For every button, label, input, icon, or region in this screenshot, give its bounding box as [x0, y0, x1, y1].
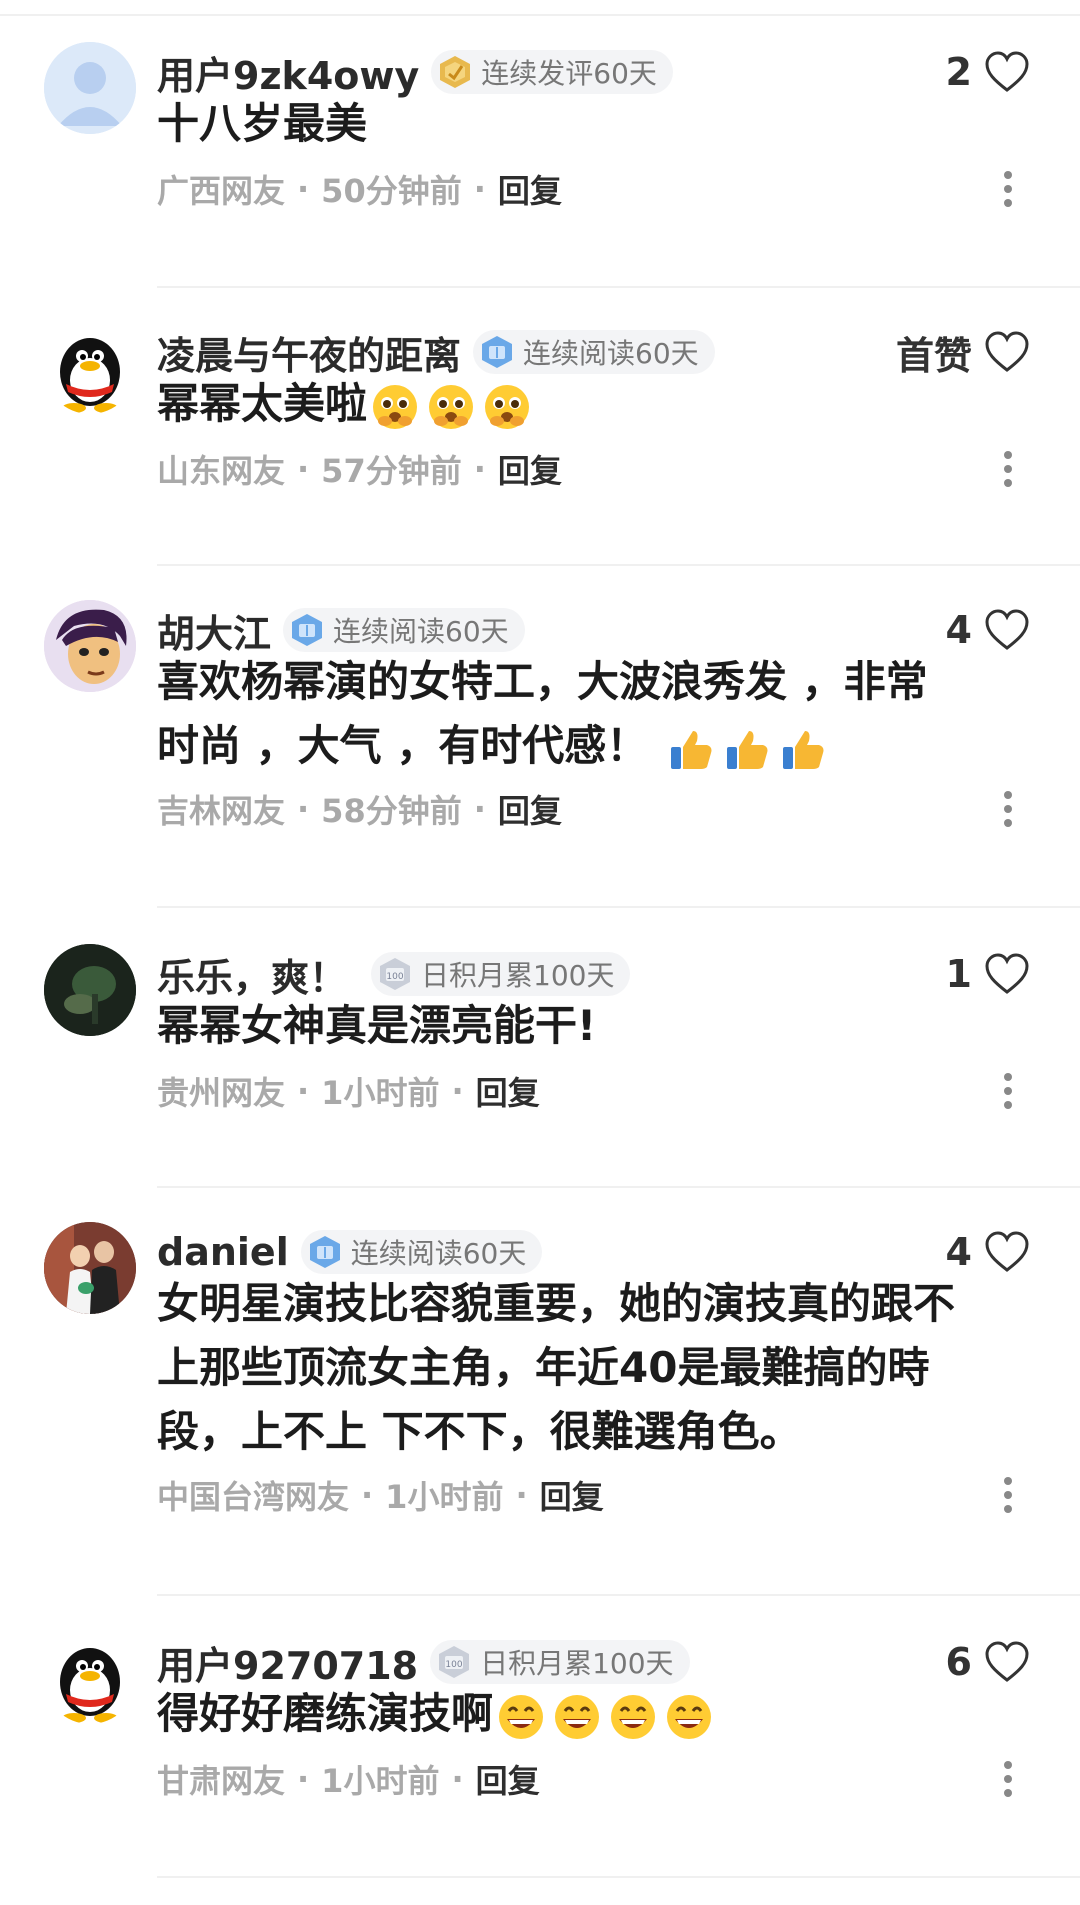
user-badge[interactable]: 100 日积月累100天 — [371, 952, 631, 996]
divider — [157, 1876, 1080, 1878]
comment-line: 上那些顶流女主角，年近40是最難搞的時 — [157, 1343, 930, 1392]
reply-button[interactable]: 回复 — [498, 786, 562, 832]
pleading-face-emoji — [373, 384, 418, 429]
avatar[interactable] — [44, 600, 136, 692]
reply-button[interactable]: 回复 — [476, 1756, 540, 1802]
like-count: 2 — [945, 50, 972, 94]
blue-reading-badge-icon — [309, 1236, 340, 1268]
timestamp: 57分钟前 — [321, 452, 462, 490]
blue-reading-badge-icon — [482, 336, 513, 368]
comment-line: 女明星演技比容貌重要，她的演技真的跟不 — [157, 1279, 956, 1328]
comment-text: 喜欢杨幂演的女特工，大波浪秀发 ，非常时尚 ，大气 ，有时代感！ — [157, 650, 1037, 778]
badge-label: 连续阅读60天 — [350, 1237, 527, 1270]
top-divider — [0, 14, 1080, 16]
badge-label: 连续阅读60天 — [333, 615, 509, 648]
divider — [157, 286, 1080, 288]
more-options-icon[interactable] — [1002, 449, 1014, 489]
comment-text: 得好好磨练演技啊 — [157, 1682, 1037, 1746]
comment-line: 时尚 ，大气 ，有时代感！ — [157, 714, 1037, 778]
heart-icon — [985, 51, 1029, 92]
like-count: 4 — [945, 608, 972, 652]
comment-meta: 贵州网友 · 1小时前 · 回复 — [157, 1066, 540, 1116]
location: 中国台湾网友 — [157, 1478, 350, 1516]
badge-label: 日积月累100天 — [421, 959, 615, 992]
divider — [157, 564, 1080, 566]
badge-label: 日积月累100天 — [480, 1647, 674, 1680]
comment-meta: 中国台湾网友 · 1小时前 · 回复 — [157, 1470, 604, 1520]
comment-line: 段，上不上 下不下，很難選角色。 — [157, 1407, 802, 1456]
like-count: 4 — [945, 1230, 972, 1274]
thumbs-up-emoji — [670, 730, 712, 769]
grinning-face-emoji — [611, 1694, 656, 1739]
silver-accumulate-badge-icon: 100 — [380, 958, 411, 990]
svg-text:100: 100 — [446, 1660, 463, 1670]
grinning-face-emoji — [667, 1694, 712, 1739]
timestamp: 1小时前 — [385, 1478, 504, 1516]
heart-icon — [985, 609, 1029, 650]
pleading-face-emoji — [429, 384, 474, 429]
timestamp: 1小时前 — [321, 1074, 440, 1112]
more-options-icon[interactable] — [1002, 1759, 1014, 1799]
reply-button[interactable]: 回复 — [476, 1068, 540, 1114]
thumbs-up-emoji — [726, 730, 768, 769]
gold-medal-icon — [440, 56, 471, 88]
more-options-icon[interactable] — [1002, 1475, 1014, 1515]
timestamp: 50分钟前 — [321, 172, 462, 210]
location: 甘肃网友 — [157, 1762, 286, 1800]
more-options-icon[interactable] — [1002, 789, 1014, 829]
timestamp: 1小时前 — [321, 1762, 440, 1800]
comment-text: 女明星演技比容貌重要，她的演技真的跟不 上那些顶流女主角，年近40是最難搞的時 段，… — [157, 1272, 1037, 1464]
divider — [157, 1186, 1080, 1188]
like-count: 1 — [945, 952, 972, 996]
silver-accumulate-badge-icon: 100 — [439, 1646, 470, 1678]
username[interactable]: daniel — [157, 1230, 289, 1274]
heart-icon — [985, 1641, 1029, 1682]
comment-meta: 广西网友 · 50分钟前 · 回复 — [157, 164, 562, 214]
reply-button[interactable]: 回复 — [498, 166, 562, 212]
location: 广西网友 — [157, 172, 286, 210]
avatar[interactable] — [44, 42, 136, 134]
comment-meta: 吉林网友 · 58分钟前 · 回复 — [157, 784, 562, 834]
like-count: 6 — [945, 1640, 972, 1684]
svg-text:100: 100 — [386, 972, 403, 982]
comment-text: 十八岁最美 — [157, 99, 368, 148]
user-badge[interactable]: 连续阅读60天 — [473, 330, 715, 374]
avatar[interactable] — [44, 944, 136, 1036]
more-options-icon[interactable] — [1002, 1071, 1014, 1111]
badge-label: 连续阅读60天 — [523, 337, 699, 370]
avatar[interactable] — [44, 322, 136, 414]
heart-icon — [985, 953, 1029, 994]
badge-label: 连续发评60天 — [481, 57, 657, 90]
avatar[interactable] — [44, 1222, 136, 1314]
blue-reading-badge-icon — [292, 614, 323, 646]
comment-meta: 山东网友 · 57分钟前 · 回复 — [157, 444, 562, 494]
user-badge[interactable]: 连续阅读60天 — [283, 608, 525, 652]
grinning-face-emoji — [499, 1694, 544, 1739]
comment-text: 幂幂太美啦 — [157, 372, 1037, 436]
location: 吉林网友 — [157, 792, 286, 830]
user-badge[interactable]: 连续阅读60天 — [300, 1230, 543, 1274]
more-options-icon[interactable] — [1002, 169, 1014, 209]
heart-icon — [985, 1231, 1029, 1272]
location: 山东网友 — [157, 452, 286, 490]
pleading-face-emoji — [485, 384, 530, 429]
heart-icon — [985, 331, 1029, 372]
divider — [157, 1594, 1080, 1596]
user-badge[interactable]: 连续发评60天 — [431, 50, 673, 94]
timestamp: 58分钟前 — [321, 792, 462, 830]
thumbs-up-emoji — [782, 730, 824, 769]
comment-text: 幂幂女神真是漂亮能干! — [157, 1001, 597, 1050]
grinning-face-emoji — [555, 1694, 600, 1739]
avatar[interactable] — [44, 1632, 136, 1724]
location: 贵州网友 — [157, 1074, 286, 1112]
user-badge[interactable]: 100 日积月累100天 — [430, 1640, 690, 1684]
reply-button[interactable]: 回复 — [498, 446, 562, 492]
reply-button[interactable]: 回复 — [540, 1472, 604, 1518]
comment-meta: 甘肃网友 · 1小时前 · 回复 — [157, 1754, 540, 1804]
comment-line: 喜欢杨幂演的女特工，大波浪秀发 ，非常 — [157, 657, 928, 706]
divider — [157, 906, 1080, 908]
